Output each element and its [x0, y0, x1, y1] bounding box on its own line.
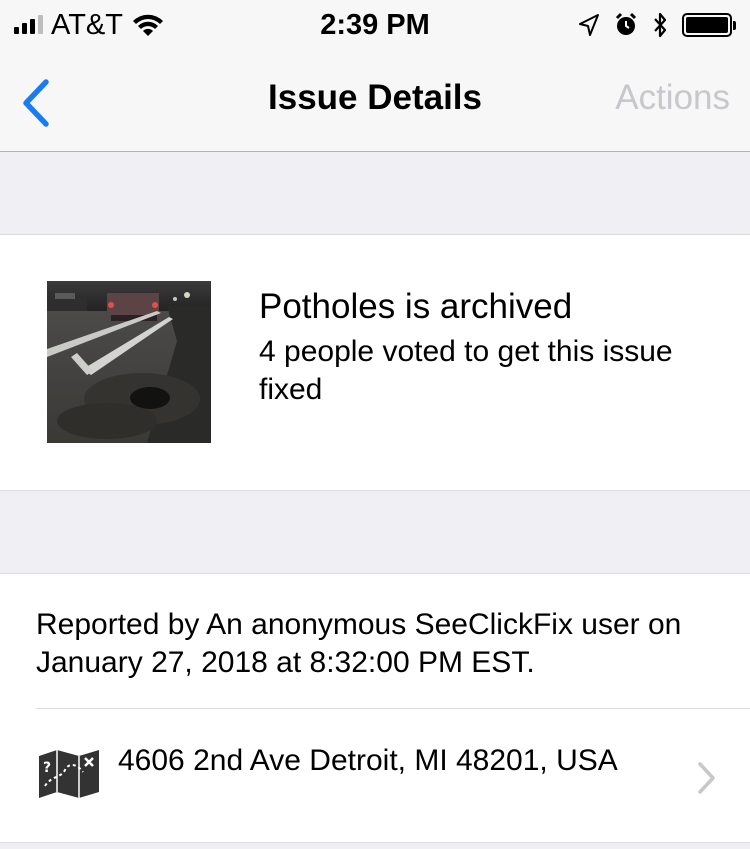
pothole-photo-image[interactable] [47, 281, 211, 443]
alarm-clock-icon [615, 12, 637, 35]
status-right [578, 8, 736, 42]
actions-button[interactable]: Actions [615, 78, 730, 118]
battery-icon [682, 13, 736, 37]
address-row[interactable]: ? 4606 2nd Ave Detroit, MI 48201, USA [0, 709, 750, 843]
chevron-right-icon [698, 762, 715, 794]
report-details-card: Reported by An anonymous SeeClickFix use… [0, 573, 750, 843]
section-spacer [0, 491, 750, 573]
status-bar: AT&T 2:39 PM [0, 0, 750, 50]
navigation-bar: Issue Details Actions [0, 50, 750, 152]
section-spacer [0, 153, 750, 234]
map-icon: ? [39, 750, 99, 798]
issue-title: Potholes is archived [259, 287, 573, 326]
issue-address: 4606 2nd Ave Detroit, MI 48201, USA [118, 744, 618, 777]
issue-summary-card: Potholes is archived 4 people voted to g… [0, 234, 750, 491]
svg-text:?: ? [43, 760, 51, 776]
issue-photo[interactable] [47, 281, 211, 443]
reported-by-text: Reported by An anonymous SeeClickFix use… [36, 608, 682, 679]
issue-vote-count: 4 people voted to get this issue fixed [259, 335, 673, 406]
location-arrow-icon [579, 14, 599, 36]
bluetooth-icon [654, 12, 667, 38]
